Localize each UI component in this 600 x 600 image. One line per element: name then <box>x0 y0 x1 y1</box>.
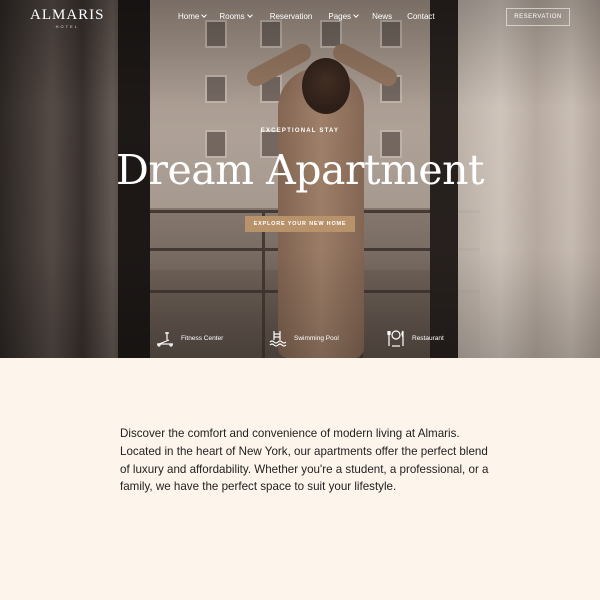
feature-label: Fitness Center <box>181 334 224 342</box>
main-nav: Home Rooms Reservation Pages News Contac… <box>178 12 435 21</box>
pool-icon <box>268 328 288 348</box>
nav-item-pages[interactable]: Pages <box>328 12 359 21</box>
site-logo[interactable]: ALMARIS HOTEL <box>30 7 105 29</box>
feature-label: Swimming Pool <box>294 334 339 342</box>
dining-icon <box>386 328 406 348</box>
nav-item-rooms[interactable]: Rooms <box>219 12 253 21</box>
nav-label: Reservation <box>269 12 313 21</box>
feature-fitness: Fitness Center <box>155 328 223 348</box>
chevron-down-icon <box>246 12 253 18</box>
nav-item-reservation[interactable]: Reservation <box>270 12 313 21</box>
nav-label: Pages <box>328 12 352 21</box>
feature-restaurant: Restaurant <box>386 328 444 348</box>
nav-label: Rooms <box>219 12 245 21</box>
nav-label: Home <box>178 12 200 21</box>
treadmill-icon <box>155 328 175 348</box>
chevron-down-icon <box>353 12 359 18</box>
chevron-down-icon <box>201 12 208 18</box>
nav-label: News <box>372 12 393 21</box>
feature-label: Restaurant <box>412 334 444 342</box>
explore-button[interactable]: EXPLORE YOUR NEW HOME <box>245 216 355 232</box>
nav-item-contact[interactable]: Contact <box>407 12 435 21</box>
intro-paragraph: Discover the comfort and convenience of … <box>120 427 489 494</box>
hero-eyebrow: EXCEPTIONAL STAY <box>260 128 340 134</box>
nav-item-news[interactable]: News <box>372 12 392 21</box>
feature-pool: Swimming Pool <box>268 328 339 348</box>
nav-label: Contact <box>407 12 435 21</box>
logo-subtext: HOTEL <box>55 24 79 29</box>
nav-item-home[interactable]: Home <box>178 12 208 21</box>
hero-title: Dream Apartment <box>116 146 485 194</box>
reservation-button[interactable]: RESERVATION <box>506 8 570 26</box>
logo-text: ALMARIS <box>30 7 105 23</box>
